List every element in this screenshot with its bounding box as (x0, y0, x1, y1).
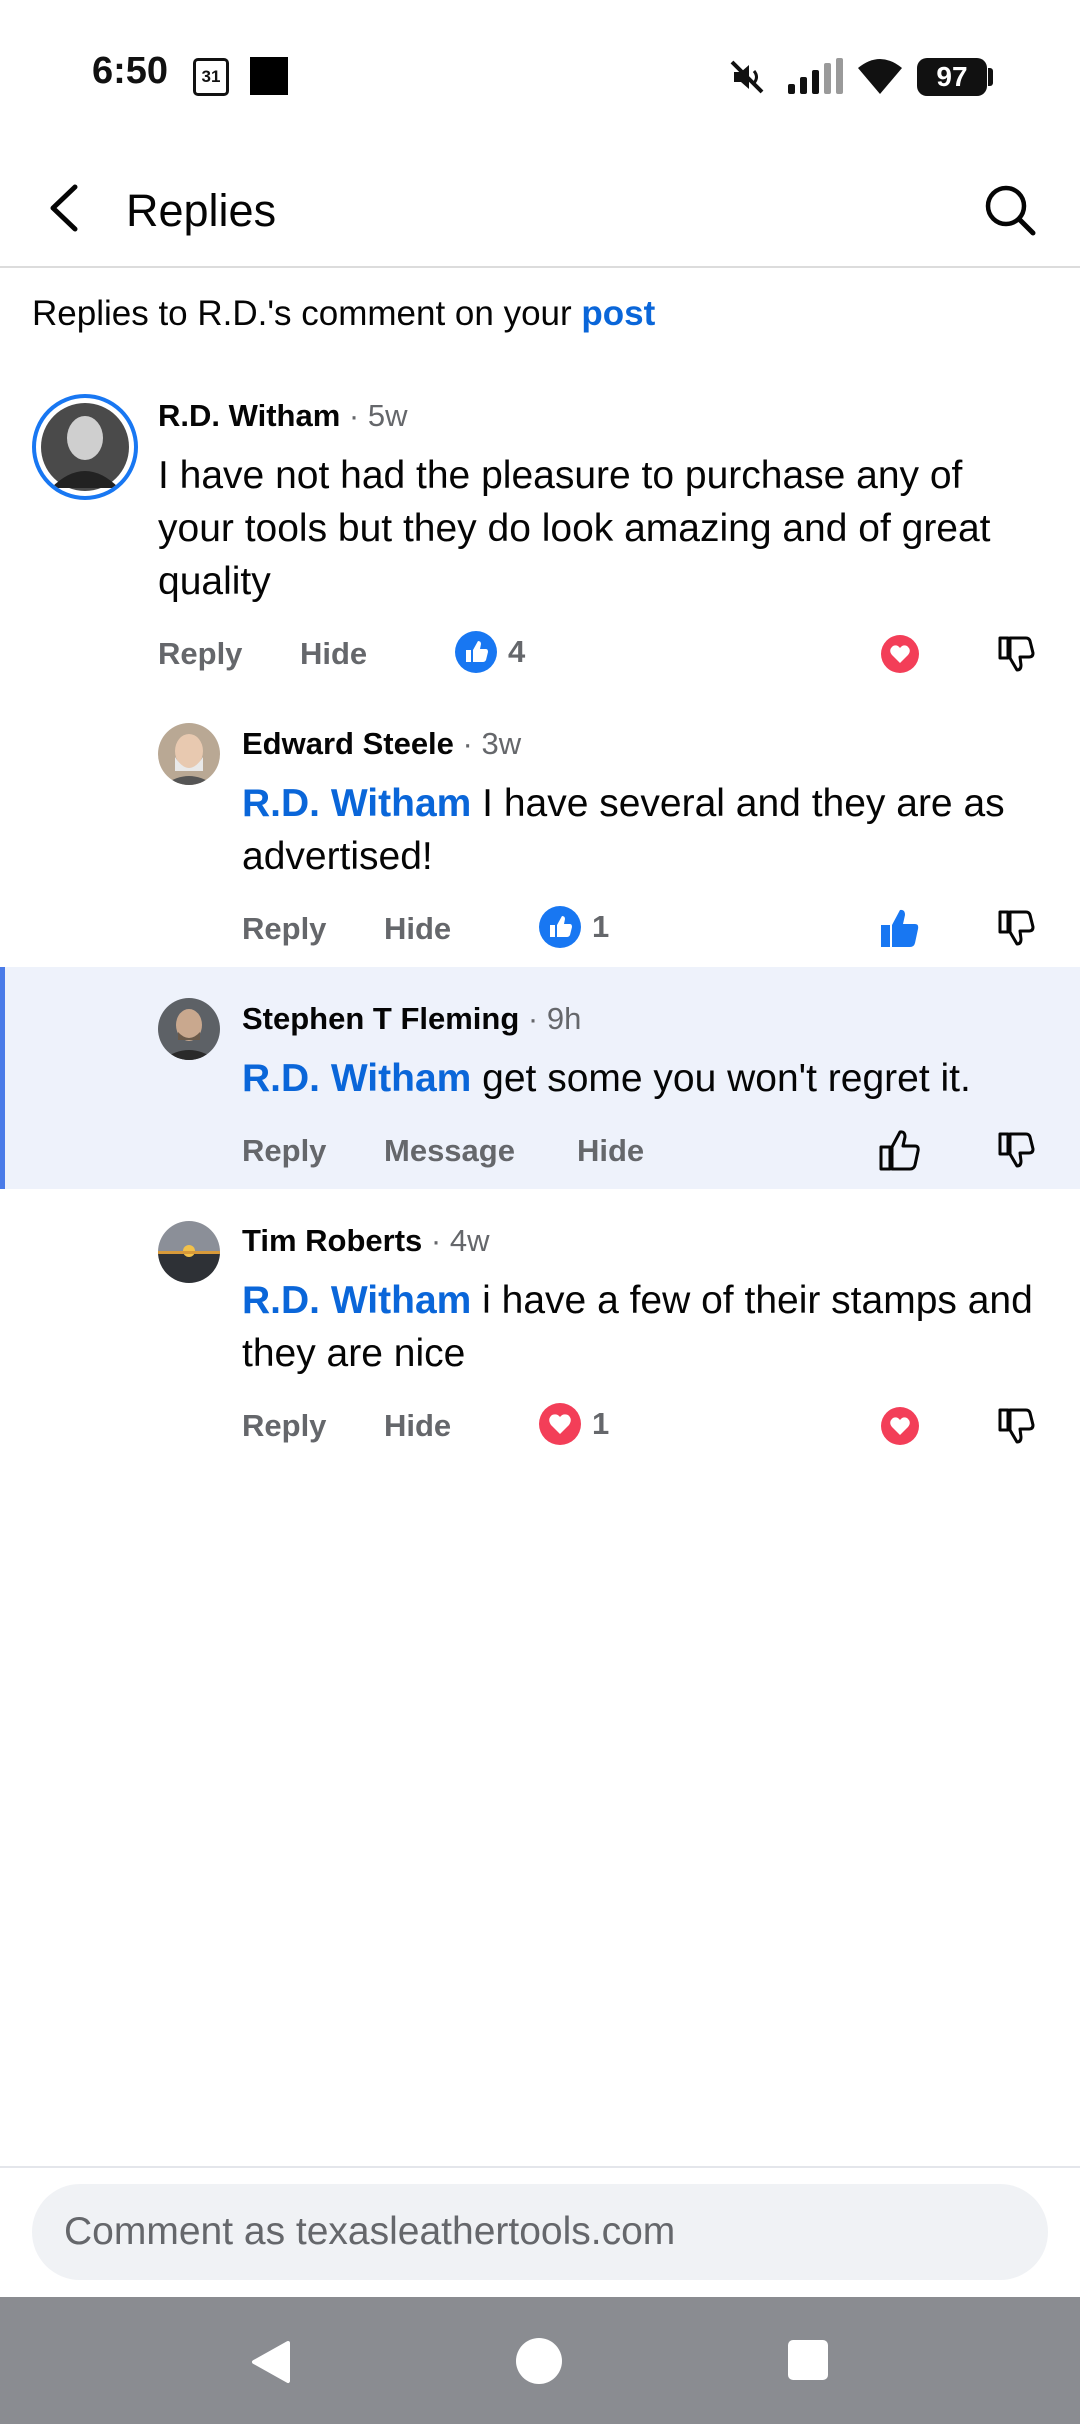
profile-photo (158, 1221, 220, 1283)
status-time: 6:50 (92, 50, 169, 92)
comment-time: · 9h (527, 1001, 582, 1036)
love-button[interactable] (874, 628, 926, 680)
nav-back-icon[interactable] (248, 2339, 292, 2385)
reaction-summary[interactable]: 4 (454, 630, 525, 674)
like-button[interactable] (874, 902, 926, 954)
comment-header: Edward Steele · 3w (242, 726, 521, 762)
commenter-name[interactable]: R.D. Witham (158, 398, 340, 433)
comment-header: R.D. Witham · 5w (158, 398, 407, 434)
calendar-icon: 31 (193, 58, 229, 96)
avatar[interactable] (158, 723, 220, 785)
mention-link[interactable]: R.D. Witham (242, 1057, 471, 1100)
mute-icon (730, 60, 764, 94)
comment-input-placeholder: Comment as texasleathertools.com (64, 2210, 676, 2253)
message-button[interactable]: Message (384, 1133, 515, 1169)
status-bar: 6:50 31 97 (0, 0, 1080, 150)
divider (0, 2166, 1080, 2168)
post-link[interactable]: post (581, 294, 655, 333)
heart-reaction-icon (539, 1403, 581, 1445)
like-reaction-icon (455, 631, 497, 673)
reply-button[interactable]: Reply (158, 636, 242, 672)
comment-time: · 3w (462, 726, 522, 761)
wifi-icon (858, 59, 902, 94)
dislike-button[interactable] (990, 1124, 1042, 1176)
comment-header: Stephen T Fleming · 9h (242, 1001, 581, 1037)
hide-button[interactable]: Hide (577, 1133, 644, 1169)
avatar[interactable] (158, 1221, 220, 1283)
replies-context: Replies to R.D.'s comment on your post (32, 294, 655, 334)
chevron-left-icon (50, 184, 78, 232)
dislike-button[interactable] (990, 628, 1042, 680)
comment-body: get some you won't regret it. (471, 1057, 971, 1100)
reaction-count: 1 (592, 909, 610, 944)
system-nav-bar (0, 2297, 1080, 2424)
back-button[interactable] (36, 180, 92, 236)
comment-body: I have not had the pleasure to purchase … (158, 454, 991, 603)
avatar[interactable] (32, 394, 138, 500)
thumbs-down-icon (998, 1408, 1035, 1444)
heart-reaction-icon (881, 1407, 919, 1445)
reaction-count: 4 (508, 634, 526, 669)
profile-photo (41, 403, 129, 491)
hide-button[interactable]: Hide (384, 911, 451, 947)
search-button[interactable] (980, 180, 1040, 240)
hide-button[interactable]: Hide (384, 1408, 451, 1444)
thumbs-up-icon (879, 1130, 920, 1171)
nav-home-button[interactable] (516, 2338, 562, 2384)
comment-input[interactable]: Comment as texasleathertools.com (32, 2184, 1048, 2280)
reaction-summary[interactable]: 1 (538, 905, 609, 949)
comment-header: Tim Roberts · 4w (242, 1223, 490, 1259)
love-button[interactable] (874, 1400, 926, 1452)
thumbs-down-icon (998, 636, 1035, 672)
hide-button[interactable]: Hide (300, 636, 367, 672)
search-icon (985, 185, 1036, 236)
thumbs-down-icon (998, 1132, 1035, 1168)
header: Replies (0, 150, 1080, 268)
profile-photo (158, 998, 220, 1060)
nav-recents-button[interactable] (788, 2340, 828, 2380)
notification-square-icon (250, 57, 288, 95)
reaction-count: 1 (592, 1406, 610, 1441)
mention-link[interactable]: R.D. Witham (242, 782, 471, 825)
signal-icon (788, 58, 843, 94)
commenter-name[interactable]: Edward Steele (242, 726, 454, 761)
battery-tip (988, 68, 993, 86)
commenter-name[interactable]: Tim Roberts (242, 1223, 422, 1258)
reply-button[interactable]: Reply (242, 1408, 326, 1444)
thumbs-down-icon (998, 910, 1035, 946)
comment-time: · 5w (348, 398, 408, 433)
comment-text: R.D. Witham i have a few of their stamps… (242, 1274, 1042, 1380)
comment-text: R.D. Witham I have several and they are … (242, 777, 1042, 883)
like-button[interactable] (874, 1124, 926, 1176)
thumbs-up-filled-icon (881, 909, 919, 947)
context-text: Replies to R.D.'s comment on your (32, 294, 582, 333)
heart-reaction-icon (881, 635, 919, 673)
like-reaction-icon (539, 906, 581, 948)
reply-button[interactable]: Reply (242, 1133, 326, 1169)
reply-button[interactable]: Reply (242, 911, 326, 947)
comment-time: · 4w (430, 1223, 490, 1258)
page-title: Replies (126, 185, 277, 236)
avatar[interactable] (158, 998, 220, 1060)
battery-indicator: 97 (917, 58, 987, 96)
mention-link[interactable]: R.D. Witham (242, 1279, 471, 1322)
comment-text: I have not had the pleasure to purchase … (158, 449, 1038, 608)
comment-text: R.D. Witham get some you won't regret it… (242, 1052, 1042, 1105)
dislike-button[interactable] (990, 902, 1042, 954)
reaction-summary[interactable]: 1 (538, 1402, 609, 1446)
dislike-button[interactable] (990, 1400, 1042, 1452)
commenter-name[interactable]: Stephen T Fleming (242, 1001, 519, 1036)
profile-photo (158, 723, 220, 785)
